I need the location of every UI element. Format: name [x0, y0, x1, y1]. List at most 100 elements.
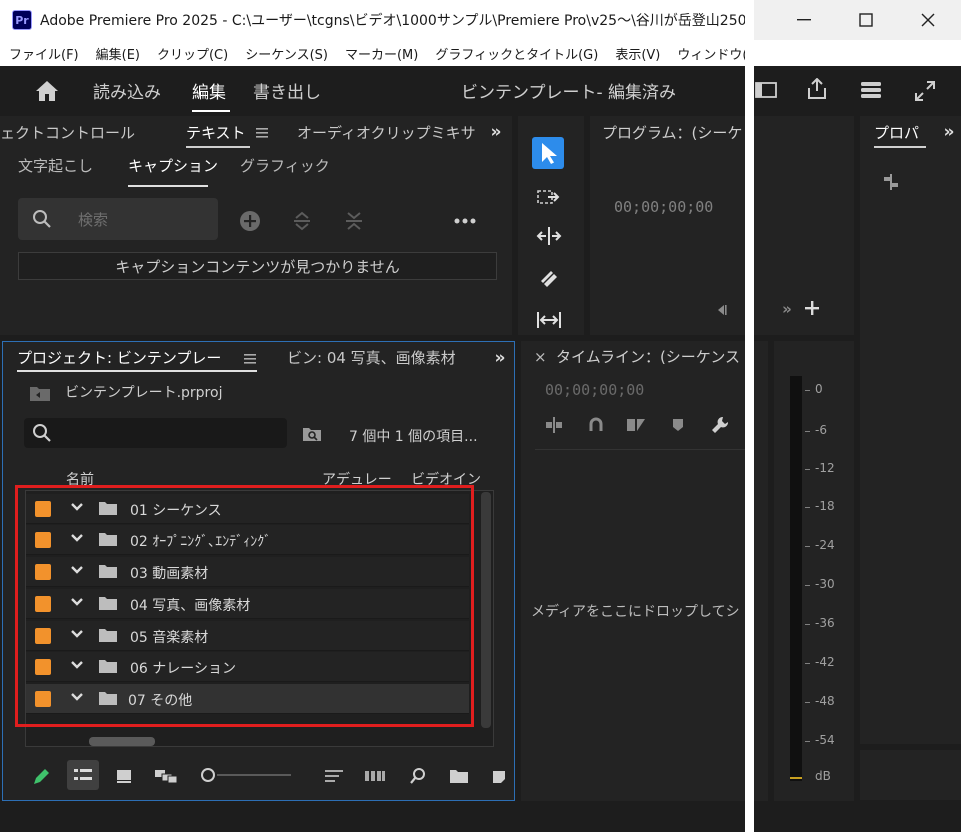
- snap-icon[interactable]: [585, 415, 607, 435]
- program-monitor-panel: プログラム：(シーケ 00;00;00;00: [590, 116, 745, 335]
- premiere-app-icon: Pr: [12, 10, 32, 30]
- project-title: ビンテンプレート- 編集済み: [461, 83, 677, 103]
- status-bar: [0, 804, 745, 832]
- highlight-box: [15, 485, 474, 727]
- close-window-icon[interactable]: [914, 10, 942, 30]
- audio-meter-label: -54: [815, 733, 835, 747]
- project-search-input[interactable]: [24, 418, 287, 448]
- tab-effect-controls[interactable]: ェクトコントロール: [0, 122, 135, 143]
- panel-menu-icon[interactable]: [255, 125, 269, 139]
- horizontal-scrollbar[interactable]: [89, 737, 155, 746]
- caption-search-box[interactable]: 検索: [18, 198, 218, 240]
- add-caption-icon[interactable]: [238, 209, 262, 233]
- audio-meter-tick: [805, 507, 810, 508]
- zoom-slider-track[interactable]: [217, 774, 291, 776]
- active-tab-underline: [192, 110, 230, 112]
- window-controls-bar: [754, 0, 961, 40]
- audio-meter-bar: [790, 376, 802, 781]
- monitor-overflow: »: [754, 116, 854, 335]
- razor-tool-icon[interactable]: [535, 266, 563, 292]
- write-on-icon[interactable]: [30, 766, 52, 788]
- find-in-bin-icon[interactable]: [301, 424, 323, 444]
- premiere-main-window: Pr Adobe Premiere Pro 2025 - C:\ユーザー\tcg…: [0, 0, 745, 832]
- split-caption-icon[interactable]: [290, 209, 314, 233]
- sort-icons-icon[interactable]: [323, 766, 345, 786]
- freeform-view-icon[interactable]: [153, 766, 179, 786]
- icon-view-icon[interactable]: [113, 766, 135, 786]
- monitor-add-button-icon[interactable]: [802, 298, 822, 318]
- minimize-icon[interactable]: [790, 10, 818, 30]
- insert-sequence-icon[interactable]: [543, 415, 565, 435]
- tab-text[interactable]: テキスト: [186, 122, 246, 143]
- merge-caption-icon[interactable]: [342, 209, 366, 233]
- tab-export[interactable]: 書き出し: [253, 78, 321, 103]
- timeline-title[interactable]: タイムライン：(シーケンス: [556, 346, 740, 367]
- tab-import[interactable]: 読み込み: [93, 78, 161, 103]
- zoom-slider-handle[interactable]: [201, 768, 215, 782]
- subtab-transcript[interactable]: 文字起こし: [18, 155, 93, 176]
- project-more-panels-icon[interactable]: »: [490, 348, 510, 368]
- audio-meter-tick: [805, 546, 810, 547]
- subtab-graphic[interactable]: グラフィック: [240, 155, 330, 176]
- workspace-header: 読み込み 編集 書き出し ビンテンプレート- 編集済み: [0, 66, 745, 116]
- subtab-caption[interactable]: キャプション: [128, 155, 218, 176]
- step-back-icon[interactable]: [712, 301, 730, 319]
- monitor-more-icon[interactable]: »: [778, 300, 796, 318]
- new-bin-icon[interactable]: [447, 766, 471, 786]
- program-monitor-title[interactable]: プログラム：(シーケ: [602, 122, 742, 143]
- menu-edit[interactable]: 編集(E): [96, 44, 140, 63]
- timeline-divider: [535, 449, 745, 450]
- tab-edit[interactable]: 編集: [192, 78, 226, 103]
- more-panels-icon[interactable]: »: [486, 122, 506, 142]
- title-bar: Pr Adobe Premiere Pro 2025 - C:\ユーザー\tcg…: [0, 0, 745, 40]
- properties-tab[interactable]: プロパ: [874, 122, 919, 143]
- tab-project[interactable]: プロジェクト: ビンテンプレー: [17, 347, 221, 368]
- share-icon[interactable]: [804, 76, 830, 102]
- audio-meter-label: dB: [815, 769, 831, 783]
- slip-tool-icon[interactable]: [535, 308, 563, 332]
- tab-bin[interactable]: ビン: 04 写真、画像素材: [287, 347, 456, 368]
- track-select-tool-icon[interactable]: [535, 186, 563, 210]
- maximize-icon[interactable]: [852, 10, 880, 30]
- audio-meter-label: -12: [815, 461, 835, 475]
- menu-marker[interactable]: マーカー(M): [345, 44, 418, 63]
- audio-meter-tick: [805, 702, 810, 703]
- menu-sequence[interactable]: シーケンス(S): [245, 44, 328, 63]
- home-icon[interactable]: [34, 78, 60, 104]
- search-icon: [32, 209, 52, 229]
- linked-selection-icon[interactable]: [625, 415, 647, 435]
- automate-to-sequence-icon[interactable]: [363, 766, 387, 786]
- selection-tool-button[interactable]: [532, 137, 564, 169]
- audio-meter-floor: [790, 777, 802, 779]
- properties-tab-underline: [874, 146, 926, 148]
- timeline-close-icon[interactable]: ×: [534, 348, 547, 366]
- align-icon[interactable]: [880, 172, 902, 192]
- tab-audio-clip-mixer[interactable]: オーディオクリップミキサ: [297, 122, 476, 143]
- project-panel-menu-icon[interactable]: [243, 351, 257, 365]
- vertical-scrollbar[interactable]: [481, 492, 491, 728]
- project-search-icon: [32, 423, 52, 443]
- menu-graphics[interactable]: グラフィックとタイトル(G): [435, 44, 598, 63]
- timeline-timecode[interactable]: 00;00;00;00: [545, 381, 644, 399]
- quick-export-icon[interactable]: [858, 78, 884, 102]
- menu-window[interactable]: ウィンドウ(W): [677, 44, 745, 63]
- audio-meter-tick: [805, 585, 810, 586]
- properties-more-panels-icon[interactable]: »: [940, 122, 958, 142]
- add-marker-icon[interactable]: [667, 415, 689, 435]
- menu-view[interactable]: 表示(V): [615, 44, 660, 63]
- timeline-settings-icon[interactable]: [709, 415, 731, 435]
- new-item-icon[interactable]: [489, 766, 509, 786]
- program-timecode[interactable]: 00;00;00;00: [614, 198, 713, 216]
- ripple-edit-tool-icon[interactable]: [535, 224, 563, 248]
- properties-panel: プロパ »: [860, 116, 961, 744]
- menu-clip[interactable]: クリップ(C): [157, 44, 228, 63]
- audio-meter-tick: [805, 663, 810, 664]
- layout-panel-icon[interactable]: [754, 80, 778, 100]
- menu-file[interactable]: ファイル(F): [9, 44, 79, 63]
- tab-text-underline: [186, 146, 250, 148]
- fullscreen-icon[interactable]: [912, 78, 938, 104]
- find-icon[interactable]: [407, 766, 429, 786]
- audio-meter-tick: [805, 741, 810, 742]
- list-view-button[interactable]: [67, 760, 99, 790]
- more-options-icon[interactable]: [453, 211, 477, 231]
